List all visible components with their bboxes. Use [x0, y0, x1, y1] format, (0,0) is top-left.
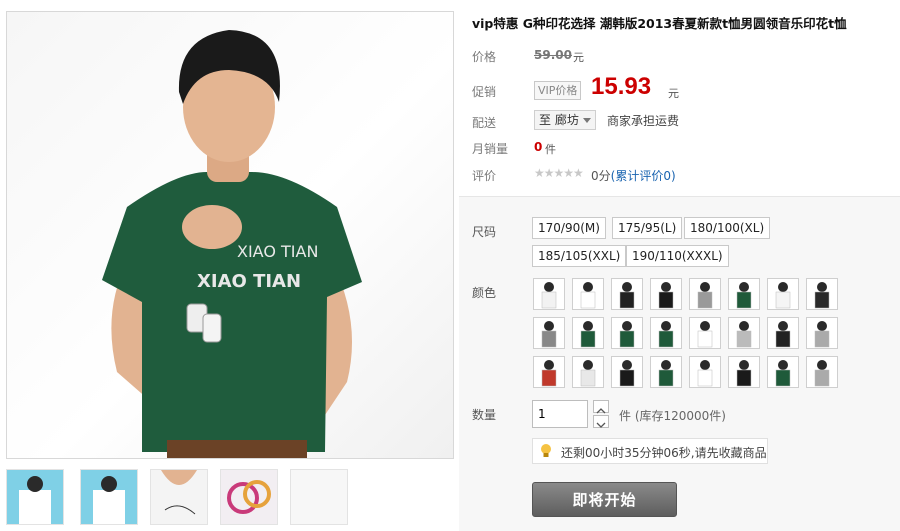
color-swatch[interactable] [611, 278, 643, 310]
rating-score: 0分(累计评价0) [591, 167, 676, 184]
color-swatch[interactable] [533, 317, 565, 349]
color-swatch[interactable] [689, 356, 721, 388]
size-option-l[interactable]: 175/95(L) [612, 217, 683, 239]
size-option-xl[interactable]: 180/100(XL) [684, 217, 771, 239]
swatch-model-image [775, 282, 791, 309]
swatch-model-image [658, 360, 674, 387]
color-swatch[interactable] [728, 278, 760, 310]
color-swatch[interactable] [650, 356, 682, 388]
monthly-sales-label: 月销量 [472, 142, 509, 156]
color-swatch[interactable] [650, 278, 682, 310]
chevron-down-icon [596, 422, 606, 428]
thumbnail-strip [6, 469, 456, 527]
shipping-destination-value: 至 廊坊 [539, 113, 579, 127]
main-product-image[interactable]: XIAO TIAN XIAO TIAN [6, 11, 454, 459]
size-option-xxxl[interactable]: 190/110(XXXL) [626, 245, 729, 267]
color-swatch[interactable] [767, 356, 799, 388]
swatch-model-image [619, 282, 635, 309]
color-swatch[interactable] [728, 356, 760, 388]
swatch-model-image [580, 321, 596, 348]
vip-price-tag: VIP价格 [534, 81, 582, 100]
size-label: 尺码 [472, 225, 497, 239]
review-count-link[interactable]: (累计评价0) [611, 169, 676, 183]
swatch-model-image [814, 360, 830, 387]
stock-note: 件 (库存120000件) [619, 409, 726, 423]
promo-label: 促销 [472, 85, 497, 99]
chevron-down-icon [583, 118, 591, 123]
thumbnail-5[interactable] [290, 469, 348, 525]
thumbnail-3[interactable] [150, 469, 208, 525]
color-swatch[interactable] [611, 356, 643, 388]
rating-score-value: 0分 [591, 169, 611, 183]
swatch-model-image [658, 282, 674, 309]
swatch-model-image [697, 282, 713, 309]
size-option-m[interactable]: 170/90(M) [532, 217, 606, 239]
color-label: 颜色 [472, 286, 497, 300]
price-info-panel [466, 38, 900, 194]
swatch-model-image [541, 321, 557, 348]
size-option-xxl[interactable]: 185/105(XXL) [532, 245, 627, 267]
swatch-model-image [814, 321, 830, 348]
swatch-model-image [697, 360, 713, 387]
original-price-unit: 元 [573, 51, 584, 64]
color-swatch[interactable] [767, 317, 799, 349]
shipping-note: 商家承担运费 [607, 114, 680, 128]
swatch-model-image [697, 321, 713, 348]
promo-price: 15.93 [591, 73, 652, 100]
color-swatch[interactable] [572, 317, 604, 349]
swatch-model-image [580, 360, 596, 387]
shirt-print-line2: XIAO TIAN [197, 271, 301, 292]
shirt-print-line1: XIAO TIAN [237, 242, 318, 261]
color-swatch[interactable] [533, 356, 565, 388]
model-in-green-tshirt: XIAO TIAN XIAO TIAN [102, 30, 362, 458]
coming-soon-button[interactable]: 即将开始 [532, 482, 677, 517]
color-swatch[interactable] [806, 278, 838, 310]
color-swatch[interactable] [572, 356, 604, 388]
swatch-model-image [541, 282, 557, 309]
thumbnail-2[interactable] [80, 469, 138, 525]
swatch-model-image [619, 321, 635, 348]
swatch-model-image [736, 321, 752, 348]
monthly-sales-count: 0 [534, 140, 543, 154]
rating-label: 评价 [472, 169, 497, 183]
countdown-text: 还剩00小时35分钟06秒,请先收藏商品 [561, 446, 767, 460]
quantity-label: 数量 [472, 408, 497, 422]
shipping-label: 配送 [472, 116, 497, 130]
color-swatch[interactable] [767, 278, 799, 310]
quantity-increase-button[interactable] [593, 400, 609, 414]
promo-price-unit: 元 [668, 87, 679, 100]
color-swatch[interactable] [572, 278, 604, 310]
color-swatch[interactable] [806, 317, 838, 349]
price-label: 价格 [472, 50, 497, 64]
thumbnail-4[interactable] [220, 469, 278, 525]
color-swatch[interactable] [806, 356, 838, 388]
swatch-model-image [736, 282, 752, 309]
monthly-sales-unit: 件 [545, 143, 556, 156]
thumbnail-1[interactable] [6, 469, 64, 525]
swatch-model-image [541, 360, 557, 387]
shipping-destination-select[interactable]: 至 廊坊 [534, 110, 596, 130]
color-swatch[interactable] [611, 317, 643, 349]
swatch-model-image [619, 360, 635, 387]
quantity-input[interactable] [532, 400, 588, 428]
swatch-model-image [814, 282, 830, 309]
color-swatch[interactable] [689, 278, 721, 310]
product-title: vip特惠 G种印花选择 潮韩版2013春夏新款t恤男圆领音乐印花t恤 [472, 16, 847, 31]
lightbulb-icon [541, 444, 551, 457]
color-swatch[interactable] [533, 278, 565, 310]
swatch-model-image [775, 360, 791, 387]
quantity-decrease-button[interactable] [593, 415, 609, 428]
swatch-model-image [775, 321, 791, 348]
swatch-model-image [580, 282, 596, 309]
rating-stars-icon: ★★★★★ [534, 166, 584, 180]
color-swatch[interactable] [728, 317, 760, 349]
swatch-model-image [736, 360, 752, 387]
original-price: 59.00 [534, 48, 572, 62]
color-swatch[interactable] [689, 317, 721, 349]
countdown-tip: 还剩00小时35分钟06秒,请先收藏商品 [532, 438, 768, 464]
swatch-model-image [658, 321, 674, 348]
color-swatch[interactable] [650, 317, 682, 349]
